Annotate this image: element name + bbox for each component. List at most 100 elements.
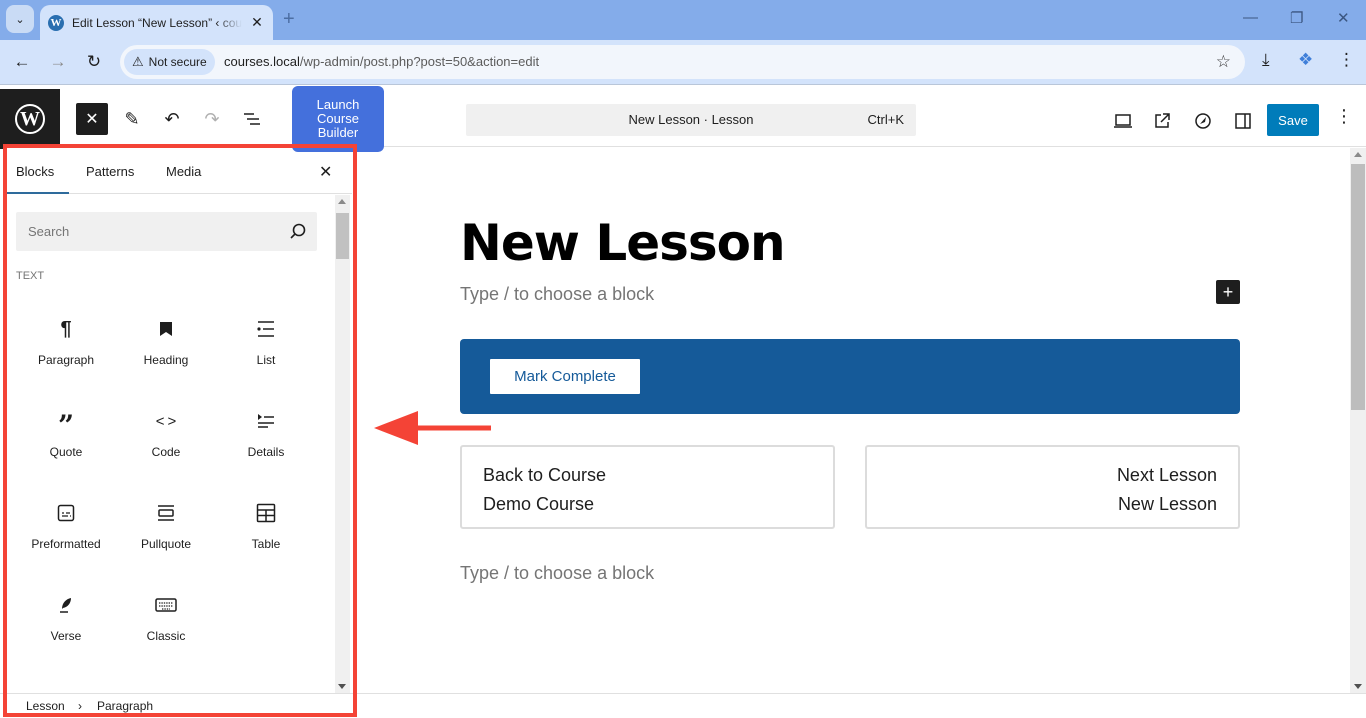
block-table[interactable]: Table (216, 479, 316, 571)
security-chip[interactable]: ⚠ Not secure (124, 49, 215, 75)
redo-icon[interactable]: ↷ (199, 106, 225, 132)
block-paragraph[interactable]: ¶ Paragraph (16, 295, 116, 387)
paragraph-icon: ¶ (60, 317, 72, 340)
block-label: Quote (49, 445, 83, 459)
breadcrumb-paragraph[interactable]: Paragraph (97, 699, 153, 713)
inserter-scrollbar[interactable] (335, 195, 350, 693)
block-grid: ¶ Paragraph Heading List ” Quote < > Cod… (16, 295, 316, 663)
extension-icon[interactable]: ❖ (1298, 50, 1313, 70)
empty-block-placeholder[interactable]: Type / to choose a block (460, 284, 654, 305)
browser-menu-icon[interactable]: ⋮ (1338, 50, 1355, 70)
close-inserter-button[interactable]: ✕ (76, 103, 108, 135)
tab-blocks[interactable]: Blocks (16, 164, 54, 179)
security-label: Not secure (148, 55, 207, 69)
block-preformatted[interactable]: Preformatted (16, 479, 116, 571)
save-button[interactable]: Save (1267, 104, 1319, 136)
block-verse[interactable]: Verse (16, 571, 116, 663)
block-label: Code (151, 445, 181, 459)
block-label: Details (247, 445, 285, 459)
block-label: Heading (143, 353, 189, 367)
scroll-up-arrow[interactable] (338, 199, 346, 204)
code-icon: < > (155, 412, 177, 430)
next-label: Next Lesson (1116, 465, 1217, 485)
reload-icon[interactable]: ↻ (82, 50, 106, 74)
url-text[interactable]: courses.local/wp-admin/post.php?post=50&… (224, 54, 539, 69)
warning-icon: ⚠ (132, 54, 144, 69)
download-icon[interactable]: ⤓ (1262, 50, 1270, 70)
browser-tab[interactable]: W Edit Lesson “New Lesson” ‹ courses — W… (40, 5, 273, 40)
breadcrumb-lesson[interactable]: Lesson (26, 699, 65, 713)
undo-icon[interactable]: ↶ (159, 106, 185, 132)
block-breadcrumb: Lesson › Paragraph (0, 693, 1366, 717)
forward-icon[interactable]: → (46, 50, 70, 74)
course-name: Demo Course (483, 494, 595, 514)
search-icon[interactable] (289, 222, 307, 240)
block-label: Classic (146, 629, 186, 643)
preformatted-icon (54, 501, 78, 525)
document-title: New Lesson · Lesson (628, 112, 754, 127)
next-lesson-card[interactable]: Next Lesson New Lesson (865, 445, 1240, 529)
address-bar[interactable]: ⚠ Not secure courses.local/wp-admin/post… (120, 45, 1245, 79)
launch-course-builder-button[interactable]: Launch Course Builder (292, 86, 384, 152)
block-list[interactable]: List (216, 295, 316, 387)
window-close-icon[interactable]: ✕ (1337, 9, 1350, 27)
mark-complete-block[interactable]: Mark Complete (460, 339, 1240, 414)
classic-icon (154, 593, 178, 617)
url-path: /wp-admin/post.php?post=50&action=edit (299, 54, 540, 69)
document-overview-icon[interactable] (239, 106, 265, 132)
tab-media[interactable]: Media (166, 164, 201, 179)
scroll-up-arrow[interactable] (1354, 152, 1362, 157)
new-tab-button[interactable]: + (283, 8, 295, 31)
next-lesson-name: New Lesson (1117, 494, 1217, 514)
options-menu-icon[interactable]: ⋮ (1335, 106, 1353, 127)
block-search (16, 212, 317, 251)
block-code[interactable]: < > Code (116, 387, 216, 479)
wordpress-icon: W (48, 14, 64, 31)
wordpress-icon: W (15, 104, 45, 134)
scroll-down-arrow[interactable] (1354, 684, 1362, 689)
back-label: Back to Course (483, 465, 607, 485)
back-icon[interactable]: ← (10, 50, 34, 74)
command-palette-bar[interactable]: New Lesson · Lesson Ctrl+K (466, 104, 916, 136)
settings-sidebar-icon[interactable] (1230, 108, 1256, 134)
chevron-right-icon: › (78, 699, 82, 713)
course-builder-rocket-icon[interactable] (1190, 108, 1216, 134)
close-tab-icon[interactable]: ✕ (248, 14, 266, 31)
block-label: Preformatted (31, 537, 101, 551)
bookmark-star-icon[interactable]: ☆ (1216, 52, 1231, 72)
block-search-input[interactable] (16, 212, 276, 251)
tab-search-button[interactable]: ⌄ (6, 5, 34, 33)
editor-canvas: New Lesson Type / to choose a block + Ma… (357, 148, 1350, 693)
block-quote[interactable]: ” Quote (16, 387, 116, 479)
add-block-button[interactable]: + (1216, 280, 1240, 304)
edit-pencil-icon[interactable]: ✎ (119, 106, 145, 132)
inserter-block-list: TEXT ¶ Paragraph Heading List ” Quote (6, 195, 352, 693)
command-shortcut: Ctrl+K (867, 112, 904, 127)
chevron-down-icon: ⌄ (15, 13, 25, 26)
close-inserter-icon[interactable]: ✕ (319, 162, 332, 182)
browser-tabstrip: ⌄ W Edit Lesson “New Lesson” ‹ courses —… (0, 0, 1366, 40)
block-inserter-panel: Blocks Patterns Media ✕ TEXT ¶ Paragraph… (6, 148, 352, 715)
block-heading[interactable]: Heading (116, 295, 216, 387)
inserter-tabs: Blocks Patterns Media ✕ (6, 148, 352, 194)
block-label: List (256, 353, 276, 367)
mark-complete-button[interactable]: Mark Complete (490, 359, 640, 394)
empty-block-placeholder[interactable]: Type / to choose a block (460, 563, 654, 584)
post-title[interactable]: New Lesson (460, 214, 786, 272)
view-post-external-icon[interactable] (1149, 108, 1175, 134)
minimize-icon[interactable]: — (1243, 9, 1258, 26)
back-to-course-card[interactable]: Back to Course Demo Course (460, 445, 835, 529)
wordpress-logo-button[interactable]: W (0, 89, 60, 149)
canvas-scrollbar[interactable] (1350, 148, 1366, 693)
scrollbar-thumb[interactable] (1351, 164, 1365, 410)
block-pullquote[interactable]: Pullquote (116, 479, 216, 571)
scrollbar-thumb[interactable] (336, 213, 349, 259)
restore-icon[interactable]: ❐ (1290, 9, 1303, 27)
block-details[interactable]: Details (216, 387, 316, 479)
verse-icon (54, 593, 78, 617)
block-label: Paragraph (37, 353, 95, 367)
device-preview-icon[interactable] (1110, 108, 1136, 134)
tab-patterns[interactable]: Patterns (86, 164, 134, 179)
block-classic[interactable]: Classic (116, 571, 216, 663)
scroll-down-arrow[interactable] (338, 684, 346, 689)
